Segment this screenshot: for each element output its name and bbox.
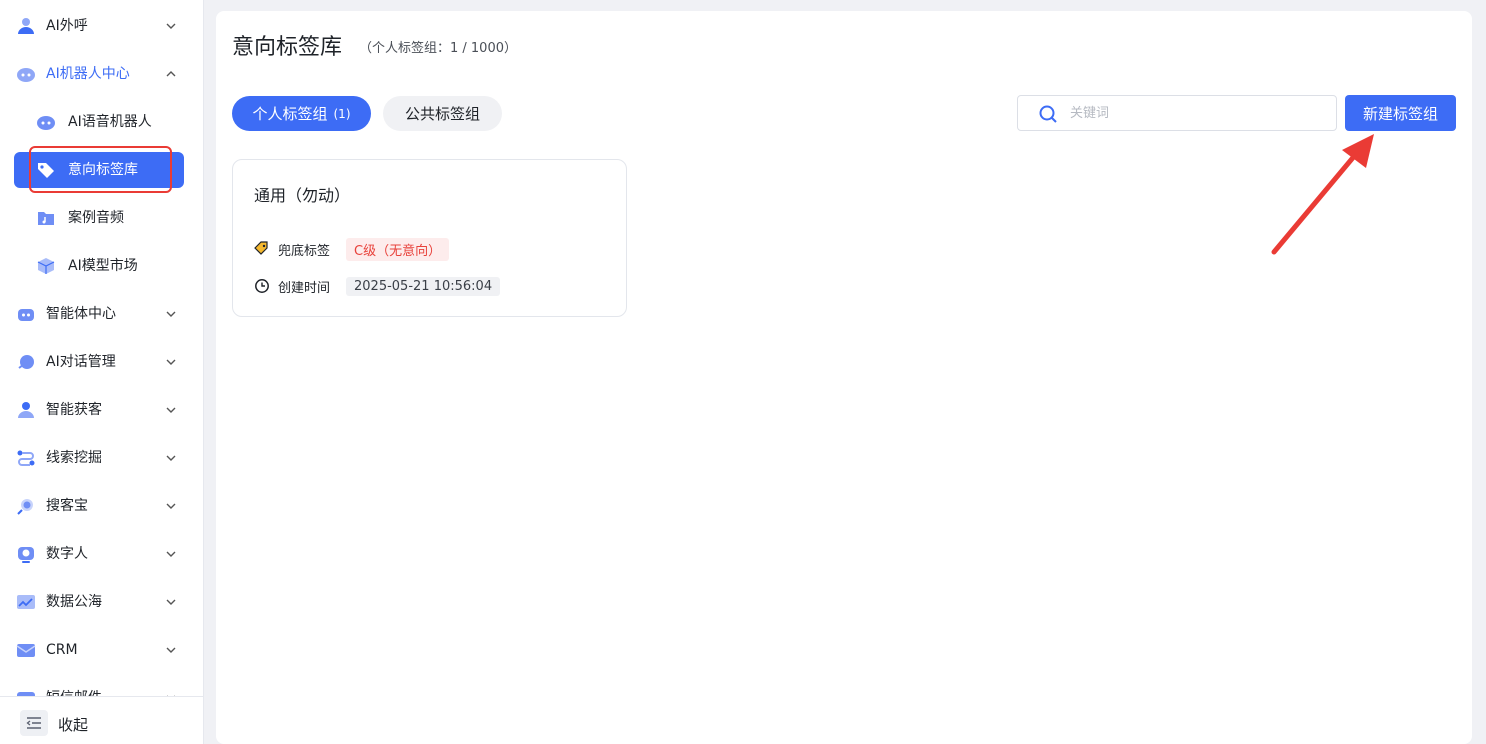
chevron-down-icon bbox=[166, 407, 176, 413]
clock-icon bbox=[254, 278, 270, 294]
tab-count: (1) bbox=[333, 106, 351, 121]
sidebar-item-agent-center[interactable]: 智能体中心 bbox=[14, 296, 184, 332]
sidebar-item-label: 智能体中心 bbox=[46, 306, 116, 322]
tab-public-tag-group[interactable]: 公共标签组 bbox=[383, 96, 502, 131]
page-subtitle: （个人标签组：1 / 1000） bbox=[359, 41, 517, 56]
chevron-down-icon bbox=[166, 311, 176, 317]
sidebar-item-label: 意向标签库 bbox=[68, 162, 138, 178]
sidebar-item-intent-tag-library[interactable]: 意向标签库 bbox=[14, 152, 184, 188]
card-title: 通用（勿动） bbox=[254, 186, 351, 205]
robot-icon bbox=[16, 64, 36, 84]
page-title: 意向标签库 bbox=[232, 35, 343, 60]
sidebar-item-label: 数据公海 bbox=[46, 594, 102, 610]
sidebar-item-label: 案例音频 bbox=[68, 210, 124, 226]
chevron-down-icon bbox=[166, 599, 176, 605]
customer-icon bbox=[16, 400, 36, 420]
sidebar-item-data-pool[interactable]: 数据公海 bbox=[14, 584, 184, 620]
created-time-value: 2025-05-21 10:56:04 bbox=[346, 276, 501, 296]
agent-icon bbox=[16, 304, 36, 324]
sidebar-item-ai-outbound[interactable]: AI外呼 bbox=[14, 8, 184, 44]
sidebar-item-smart-acquisition[interactable]: 智能获客 bbox=[14, 392, 184, 428]
sidebar-item-label: 智能获客 bbox=[46, 402, 102, 418]
sidebar-item-lead-mining[interactable]: 线索挖掘 bbox=[14, 440, 184, 476]
collapse-label: 收起 bbox=[58, 716, 89, 734]
sidebar-item-label: CRM bbox=[46, 642, 78, 658]
chevron-up-icon bbox=[166, 71, 176, 77]
mail-icon bbox=[16, 640, 36, 660]
tab-personal-tag-group[interactable]: 个人标签组 (1) bbox=[232, 96, 371, 131]
chevron-down-icon bbox=[166, 359, 176, 365]
audio-folder-icon bbox=[36, 208, 56, 228]
sidebar-item-label: 线索挖掘 bbox=[46, 450, 102, 466]
sidebar-item-sms-email[interactable]: 短信邮件 bbox=[14, 680, 184, 696]
digital-human-icon bbox=[16, 544, 36, 564]
fallback-tag-badge: C级（无意向） bbox=[346, 237, 450, 261]
sidebar-menu: AI外呼 AI机器人中心 AI语音机器人 意向标签库 案例音频 AI模型市场 智… bbox=[0, 0, 203, 696]
sidebar-item-label: AI对话管理 bbox=[46, 354, 116, 370]
tag-group-card[interactable]: 通用（勿动） 兜底标签 C级（无意向） 创建时间 2025-05-21 10:5… bbox=[232, 159, 627, 317]
sidebar-item-ai-robot-center[interactable]: AI机器人中心 bbox=[14, 56, 184, 92]
sidebar-item-case-audio[interactable]: 案例音频 bbox=[14, 200, 184, 236]
sidebar-item-search-customer[interactable]: 搜客宝 bbox=[14, 488, 184, 524]
created-time-label: 创建时间 bbox=[278, 280, 331, 296]
sidebar-item-label: 短信邮件 bbox=[46, 680, 102, 696]
sidebar-item-label: AI语音机器人 bbox=[68, 114, 152, 130]
tag-icon bbox=[36, 160, 56, 180]
sidebar-item-label: AI机器人中心 bbox=[46, 66, 130, 82]
sidebar-item-ai-voice-robot[interactable]: AI语音机器人 bbox=[14, 104, 184, 140]
search-people-icon bbox=[16, 496, 36, 516]
sidebar-item-crm[interactable]: CRM bbox=[14, 632, 184, 668]
collapse-button[interactable]: 收起 bbox=[0, 696, 203, 744]
search-box bbox=[1017, 95, 1337, 131]
sidebar-item-ai-dialog-management[interactable]: AI对话管理 bbox=[14, 344, 184, 380]
message-icon bbox=[16, 688, 36, 696]
cube-icon bbox=[36, 256, 56, 276]
chat-icon bbox=[16, 352, 36, 372]
search-icon bbox=[1039, 105, 1057, 123]
collapse-icon bbox=[20, 710, 48, 736]
sidebar-item-label: 搜客宝 bbox=[46, 498, 88, 514]
tab-label: 个人标签组 bbox=[252, 105, 328, 123]
sidebar-item-label: AI外呼 bbox=[46, 18, 88, 34]
chevron-down-icon bbox=[166, 551, 176, 557]
sidebar-item-ai-model-market[interactable]: AI模型市场 bbox=[14, 248, 184, 284]
user-icon bbox=[16, 16, 36, 36]
main-panel: 意向标签库 （个人标签组：1 / 1000） 个人标签组 (1) 公共标签组 新… bbox=[216, 11, 1472, 744]
chevron-down-icon bbox=[166, 23, 176, 29]
chevron-down-icon bbox=[166, 503, 176, 509]
chevron-down-icon bbox=[166, 455, 176, 461]
new-tag-group-button[interactable]: 新建标签组 bbox=[1345, 95, 1456, 131]
sidebar-item-digital-human[interactable]: 数字人 bbox=[14, 536, 184, 572]
chevron-down-icon bbox=[166, 647, 176, 653]
fallback-tag-row: 兜底标签 C级（无意向） bbox=[254, 237, 450, 261]
robot-face-icon bbox=[36, 112, 56, 132]
chart-icon bbox=[16, 592, 36, 612]
fallback-tag-label: 兜底标签 bbox=[278, 243, 331, 259]
created-time-row: 创建时间 2025-05-21 10:56:04 bbox=[254, 275, 501, 297]
sidebar-item-label: 数字人 bbox=[46, 546, 88, 562]
sidebar: AI外呼 AI机器人中心 AI语音机器人 意向标签库 案例音频 AI模型市场 智… bbox=[0, 0, 204, 744]
tag-icon bbox=[254, 241, 270, 257]
sidebar-item-label: AI模型市场 bbox=[68, 258, 138, 274]
flow-icon bbox=[16, 448, 36, 468]
search-input[interactable] bbox=[1070, 96, 1325, 130]
tab-label: 公共标签组 bbox=[404, 105, 480, 123]
